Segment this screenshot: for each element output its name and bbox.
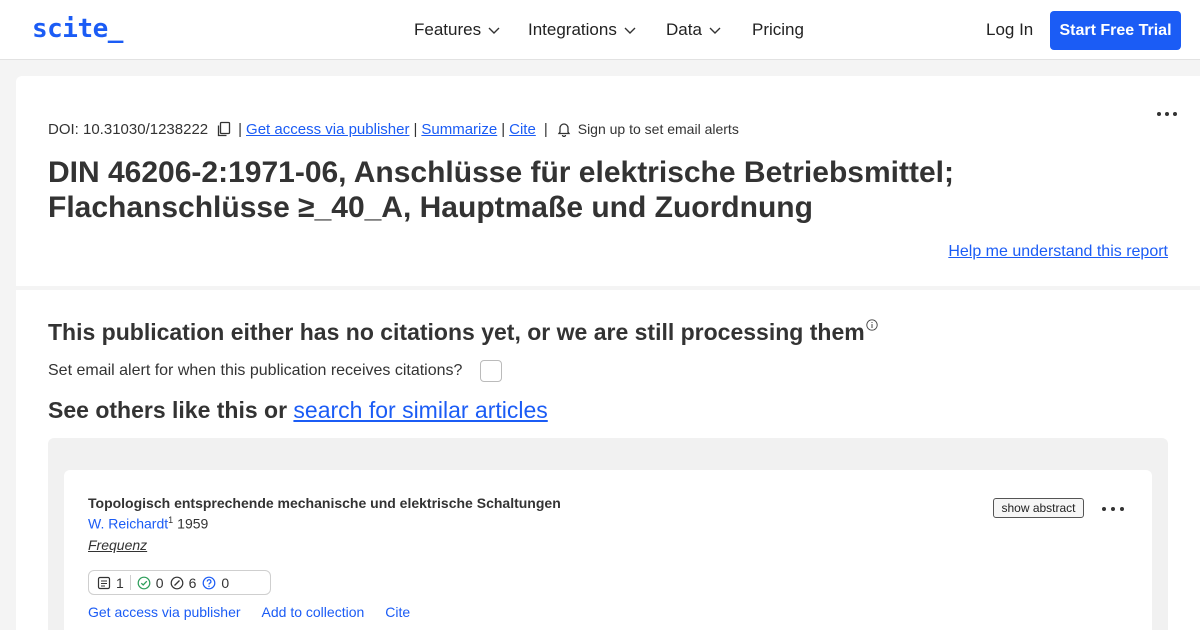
similar-article-byline: W. Reichardt1 1959 [88, 515, 208, 532]
copy-icon[interactable] [216, 121, 232, 137]
nav-integrations-label: Integrations [528, 20, 617, 39]
top-navigation-bar: scite_ Features Integrations Data Pricin… [0, 0, 1200, 60]
publications-count: 1 [116, 574, 124, 591]
similar-cite-link[interactable]: Cite [385, 604, 410, 620]
more-options-icon[interactable] [1157, 106, 1185, 122]
nav-features-label: Features [414, 20, 482, 39]
email-alert-question: Set email alert for when this publicatio… [48, 362, 463, 379]
no-citations-heading: This publication either has no citations… [48, 319, 878, 346]
scite-logo[interactable]: scite_ [32, 14, 123, 44]
show-abstract-button[interactable]: show abstract [993, 498, 1084, 518]
help-understand-report-link[interactable]: Help me understand this report [948, 243, 1168, 261]
chevron-down-icon [709, 27, 721, 34]
bell-icon[interactable] [556, 121, 572, 137]
dot [1173, 112, 1177, 116]
login-link[interactable]: Log In [986, 20, 1033, 40]
slash-circle-icon [170, 576, 183, 589]
get-access-link[interactable]: Get access via publisher [246, 121, 409, 138]
see-others-heading: See others like this or search for simil… [48, 397, 548, 424]
nav-data[interactable]: Data [666, 20, 722, 40]
mentioning-count-badge[interactable]: 0 [202, 575, 229, 591]
chevron-down-icon [488, 27, 500, 34]
similar-article-actions: Get access via publisher Add to collectio… [88, 604, 431, 620]
search-similar-link[interactable]: search for similar articles [293, 397, 547, 423]
document-icon [97, 576, 111, 589]
nav-pricing[interactable]: Pricing [752, 20, 804, 40]
dot [1157, 112, 1161, 116]
similar-article-title[interactable]: Topologisch entsprechende mechanische un… [88, 495, 561, 511]
dot [1165, 112, 1169, 116]
more-options-icon[interactable] [1102, 506, 1128, 512]
see-others-prefix: See others like this or [48, 397, 294, 423]
similar-get-access-link[interactable]: Get access via publisher [88, 604, 241, 620]
publication-title: DIN 46206-2:1971-06, Anschlüsse für elek… [48, 156, 954, 224]
author-link[interactable]: W. Reichardt [88, 516, 168, 532]
add-to-collection-link[interactable]: Add to collection [262, 604, 365, 620]
start-free-trial-button[interactable]: Start Free Trial [1050, 11, 1181, 50]
email-alert-checkbox[interactable] [480, 360, 502, 382]
check-circle-icon [137, 576, 151, 589]
email-alert-signup[interactable]: Sign up to set email alerts [578, 121, 739, 137]
dot [1120, 507, 1124, 511]
chevron-down-icon [624, 27, 636, 34]
separator: | [543, 120, 548, 138]
section-divider [16, 286, 1200, 290]
publications-count-badge[interactable]: 1 [97, 575, 124, 591]
summarize-link[interactable]: Summarize [421, 121, 497, 138]
supporting-count-badge[interactable]: 0 [137, 575, 164, 591]
nav-features[interactable]: Features [414, 20, 501, 40]
info-icon[interactable] [866, 319, 878, 331]
supporting-count: 0 [155, 574, 164, 591]
no-citations-text: This publication either has no citations… [48, 319, 865, 345]
journal-link[interactable]: Frequenz [88, 537, 147, 553]
contrasting-count: 6 [188, 574, 197, 591]
dot [1111, 507, 1115, 511]
publication-meta-bar: DOI: 10.31030/1238222 | Get access via p… [48, 119, 739, 139]
contrasting-count-badge[interactable]: 6 [170, 574, 197, 591]
nav-integrations[interactable]: Integrations [528, 20, 637, 40]
separator: | [413, 120, 418, 138]
badge-divider [129, 575, 131, 590]
doi-text: DOI: 10.31030/1238222 [48, 120, 209, 138]
nav-data-label: Data [666, 20, 702, 39]
nav-pricing-label: Pricing [752, 20, 804, 39]
citation-tally-badges: 1 0 6 0 [88, 570, 271, 595]
question-circle-icon [202, 576, 216, 589]
publication-year: 1959 [177, 515, 209, 532]
cite-link[interactable]: Cite [509, 121, 536, 138]
author-affiliation-marker: 1 [168, 515, 174, 525]
dot [1102, 507, 1106, 511]
separator: | [501, 120, 506, 138]
mentioning-count: 0 [221, 574, 230, 591]
separator: | [238, 120, 243, 138]
